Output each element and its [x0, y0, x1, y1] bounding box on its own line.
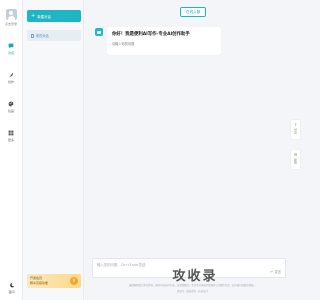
greeting-message: 你好！我是便利AI写作-专业AI创作助手 请输入你的问题: [107, 27, 221, 55]
rail-item-create[interactable]: 创作: [0, 72, 23, 84]
conversation-sidebar: + 新建对话 新的对话 开通会员 畅享高级功能 V: [23, 0, 84, 300]
plus-icon: +: [31, 12, 36, 19]
send-icon: ↵: [270, 269, 274, 274]
footer-links: 备案号 · 版权所有 · 技术支持: [177, 290, 208, 293]
assistant-avatar-icon: [95, 28, 103, 36]
avatar[interactable]: [5, 9, 17, 20]
greeting-subtitle: 请输入你的问题: [112, 42, 135, 46]
chat-icon: [8, 43, 14, 49]
document-icon: [31, 33, 34, 38]
rail-item-chat[interactable]: 对话: [0, 43, 23, 55]
vip-promo-banner[interactable]: 开通会员 畅享高级功能 V: [27, 274, 81, 288]
share-tool[interactable]: ⇪ 分享: [291, 120, 300, 139]
night-mode-toggle[interactable]: 夜间: [0, 282, 23, 294]
message-input[interactable]: [97, 262, 247, 268]
palette-icon: [8, 101, 14, 107]
online-count-pill[interactable]: 在线人数: [180, 7, 207, 17]
feedback-tool[interactable]: ⚙ 反馈: [291, 150, 300, 169]
left-rail: 点击登录 对话 创作 绘画 更多 夜间: [0, 0, 23, 300]
settings-icon: ⚙: [293, 152, 298, 157]
message-composer: ↵ 发送: [92, 258, 286, 278]
conversation-item[interactable]: 新的对话: [27, 30, 81, 41]
send-button[interactable]: ↵ 发送: [270, 269, 281, 274]
apps-icon: [8, 130, 14, 136]
vip-badge-icon: V: [70, 277, 78, 285]
rail-item-paint[interactable]: 绘画: [0, 101, 23, 113]
share-icon: ⇪: [293, 122, 298, 127]
feather-icon: [9, 72, 13, 78]
moon-icon: [9, 282, 14, 288]
chat-main: 在线人数 你好！我是便利AI写作-专业AI创作助手 请输入你的问题 ⇪ 分享 ⚙…: [85, 0, 300, 300]
new-conversation-button[interactable]: + 新建对话: [27, 10, 81, 22]
disclaimer-text: 最终解释权归本站所有，服务内容由AI生成，请谨慎甄别，本站不对内容的准确性与完整…: [129, 284, 256, 287]
greeting-title: 你好！我是便利AI写作-专业AI创作助手: [112, 32, 190, 37]
rail-item-more[interactable]: 更多: [0, 130, 23, 142]
login-label[interactable]: 点击登录: [5, 22, 17, 26]
